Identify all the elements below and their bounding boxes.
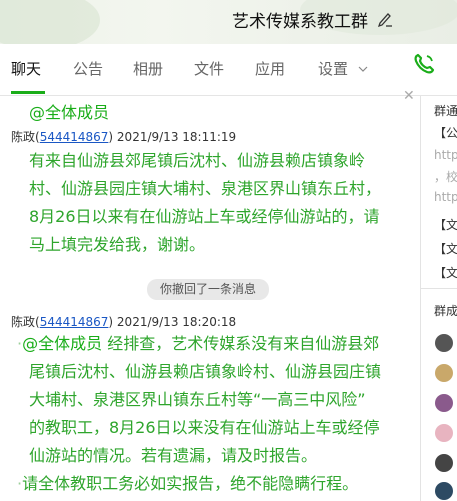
members-heading: 群成 — [434, 304, 457, 318]
file-item[interactable]: 【文件 — [434, 264, 457, 281]
message-line: 8月26日以来有在仙游站上车或经停仙游站的，请 — [29, 207, 380, 226]
message-time: 2021/9/13 18:11:19 — [116, 130, 237, 144]
avatar[interactable] — [435, 482, 453, 500]
mention-all[interactable]: @全体成员 — [29, 99, 109, 123]
avatar[interactable] — [435, 364, 453, 382]
chat-message-list[interactable]: @全体成员 ✕ 陈政(544414867) 2021/9/13 18:11:19… — [0, 88, 420, 501]
panel-divider — [421, 288, 457, 289]
message-line: 经排查，艺术传媒系没有来自仙游县郊 — [102, 334, 380, 353]
avatar[interactable] — [435, 454, 453, 472]
message-line: 尾镇后沈村、仙游县赖店镇象岭村、仙游县园庄镇 — [29, 362, 382, 381]
sender-qq-link[interactable]: 544414867 — [40, 130, 109, 144]
notice-heading: 群通 — [434, 104, 457, 118]
notice-snippet: ，校 — [434, 170, 457, 184]
window-header: 艺术传媒系教工群 — [0, 0, 457, 50]
message-body: ·@全体成员 经排查，艺术传媒系没有来自仙游县郊 尾镇后沈村、仙游县赖店镇象岭村… — [17, 330, 381, 498]
header-decoration — [0, 0, 100, 50]
notice-tag[interactable]: 【公告 — [434, 124, 457, 141]
active-tab-indicator — [11, 91, 45, 94]
tab-bar: 聊天 公告 相册 文件 应用 设置 — [0, 44, 457, 96]
close-icon[interactable]: ✕ — [403, 88, 415, 104]
tab-apps[interactable]: 应用 — [255, 58, 285, 79]
tab-announcement[interactable]: 公告 — [73, 58, 103, 79]
tab-chat[interactable]: 聊天 — [11, 58, 41, 79]
tab-settings[interactable]: 设置 — [318, 58, 348, 79]
message-time: 2021/9/13 18:20:18 — [116, 315, 237, 329]
message-line: 大埔村、泉港区界山镇东丘村等“一高三中风险” — [29, 390, 366, 409]
message-body: 有来自仙游县郊尾镇后沈村、仙游县赖店镇象岭 村、仙游县园庄镇大埔村、泉港区界山镇… — [29, 147, 381, 259]
tab-album[interactable]: 相册 — [133, 58, 163, 79]
group-info-panel: 群通 【公告 https: ，校 https: 【文件 【文件 【文件 群成 — [420, 96, 457, 501]
message-line: 村、仙游县园庄镇大埔村、泉港区界山镇东丘村， — [29, 179, 382, 198]
tab-files[interactable]: 文件 — [194, 58, 224, 79]
message-meta: 陈政(544414867) 2021/9/13 18:11:19 — [11, 130, 237, 144]
file-item[interactable]: 【文件 — [434, 216, 457, 233]
notice-link[interactable]: https: — [434, 190, 457, 204]
edit-icon[interactable] — [377, 10, 393, 28]
message-meta: 陈政(544414867) 2021/9/13 18:20:18 — [11, 315, 237, 329]
notice-link[interactable]: https: — [434, 148, 457, 162]
recall-notice: 你撤回了一条消息 — [147, 279, 269, 300]
avatar[interactable] — [435, 334, 453, 352]
message-line: 仙游站的情况。若有遗漏，请及时报告。 — [29, 446, 318, 465]
avatar[interactable] — [435, 424, 453, 442]
phone-call-icon[interactable] — [412, 52, 436, 76]
message-line: 马上填完发给我，谢谢。 — [29, 235, 206, 254]
message-line: 请全体教职工务必如实报告，绝不能隐瞒行程。 — [22, 474, 359, 493]
mention-all[interactable]: @全体成员 — [22, 334, 102, 353]
chevron-down-icon[interactable] — [358, 64, 368, 74]
sender-name: 陈政 — [11, 315, 36, 329]
message-line: 有来自仙游县郊尾镇后沈村、仙游县赖店镇象岭 — [29, 151, 366, 170]
avatar[interactable] — [435, 394, 453, 412]
file-item[interactable]: 【文件 — [434, 240, 457, 257]
sender-name: 陈政 — [11, 130, 36, 144]
group-title: 艺术传媒系教工群 — [232, 12, 368, 32]
sender-qq-link[interactable]: 544414867 — [40, 315, 109, 329]
message-line: 的教职工，8月26日以来没有在仙游站上车或经停 — [29, 418, 380, 437]
